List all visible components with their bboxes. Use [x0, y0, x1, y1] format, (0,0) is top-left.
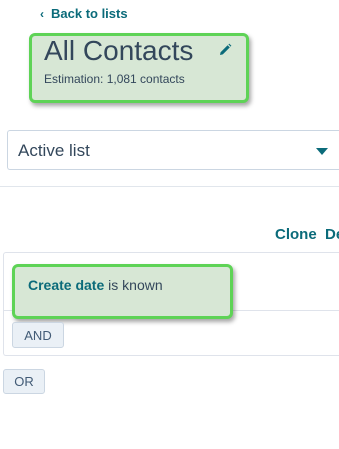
back-to-lists-link[interactable]: ‹ Back to lists — [40, 6, 128, 21]
list-type-value: Active list — [18, 141, 90, 160]
filter-operator: is known — [108, 277, 163, 293]
delete-button[interactable]: De — [325, 226, 339, 243]
section-divider — [0, 186, 339, 187]
chevron-left-icon: ‹ — [40, 6, 44, 21]
filter-property: Create date — [28, 277, 105, 293]
or-button[interactable]: OR — [3, 369, 45, 394]
pencil-icon[interactable] — [218, 43, 232, 57]
and-button[interactable]: AND — [12, 322, 64, 348]
filter-condition[interactable]: Create date is known — [12, 264, 233, 319]
page-title: All Contacts — [44, 35, 194, 66]
filter-condition-text: Create date is known — [28, 277, 163, 293]
list-header: All Contacts Estimation: 1,081 contacts — [29, 33, 249, 103]
back-to-lists-label: Back to lists — [51, 6, 128, 21]
caret-down-icon — [316, 148, 328, 155]
list-type-dropdown[interactable]: Active list — [7, 130, 339, 170]
clone-button[interactable]: Clone — [275, 226, 317, 243]
contact-estimation: Estimation: 1,081 contacts — [44, 72, 185, 86]
